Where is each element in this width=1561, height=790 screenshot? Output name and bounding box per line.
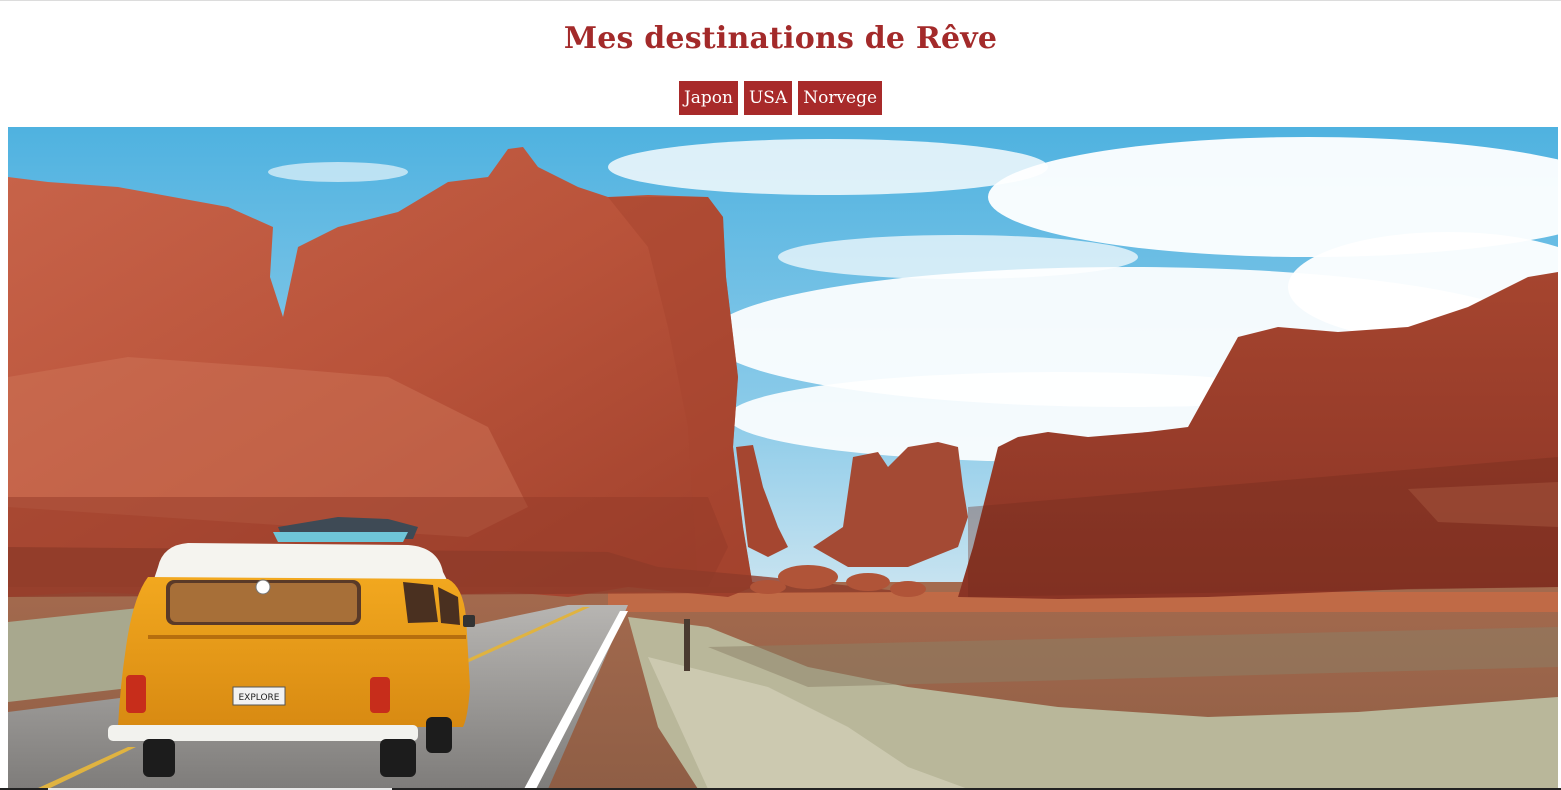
road-sign-post — [684, 619, 690, 671]
nav-link-norvege[interactable]: Norvege — [798, 81, 883, 115]
destination-nav: Japon USA Norvege — [0, 81, 1561, 115]
page: Mes destinations de Rêve Japon USA Norve… — [0, 0, 1561, 790]
license-plate-text: EXPLORE — [239, 693, 280, 703]
hero-image: EXPLORE — [8, 127, 1558, 789]
nav-link-usa[interactable]: USA — [743, 81, 793, 115]
page-title: Mes destinations de Rêve — [563, 21, 998, 56]
nav-link-japon[interactable]: Japon — [678, 81, 738, 115]
